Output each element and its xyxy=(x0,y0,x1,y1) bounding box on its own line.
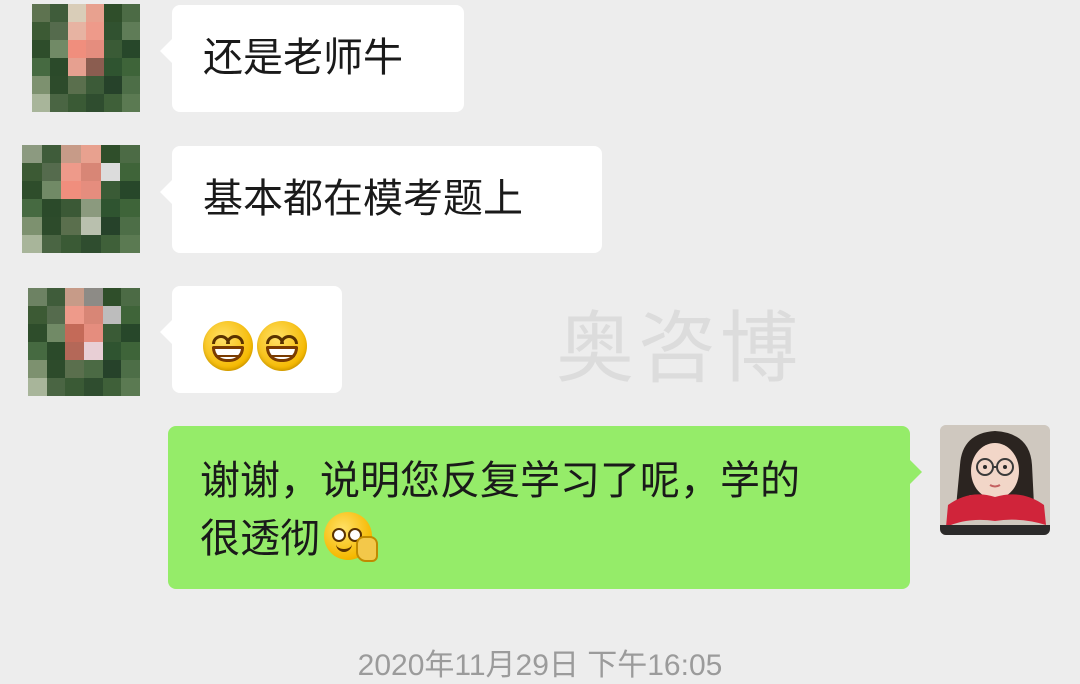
message-text-line: 谢谢，说明您反复学习了呢，学的 xyxy=(200,458,800,504)
contact-avatar[interactable] xyxy=(22,145,140,253)
grinning-emoji-icon xyxy=(257,321,307,371)
message-bubble-incoming[interactable] xyxy=(160,286,342,393)
message-text-line: 很透彻 xyxy=(200,510,910,568)
message-bubble-outgoing[interactable]: 谢谢，说明您反复学习了呢，学的 很透彻 xyxy=(168,426,922,589)
message-bubble-incoming[interactable]: 基本都在模考题上 xyxy=(160,146,602,253)
message-text: 很透彻 xyxy=(200,516,320,562)
contact-avatar[interactable] xyxy=(32,4,140,112)
message-text: 还是老师牛 xyxy=(203,35,403,81)
message-bubble-incoming[interactable]: 还是老师牛 xyxy=(160,5,464,112)
self-avatar-image xyxy=(940,425,1050,535)
message-text: 基本都在模考题上 xyxy=(203,176,523,222)
avatar-mosaic xyxy=(28,288,140,396)
smirk-emoji-icon xyxy=(324,512,378,562)
bubble-tail xyxy=(910,460,922,484)
watermark: 奥咨博 xyxy=(556,304,803,394)
self-avatar[interactable] xyxy=(940,425,1050,535)
bubble-tail xyxy=(160,180,172,204)
message-timestamp: 2020年11月29日 下午16:05 xyxy=(357,649,723,682)
grinning-emoji-icon xyxy=(203,321,253,371)
avatar-mosaic xyxy=(32,4,140,112)
bubble-tail xyxy=(160,39,172,63)
avatar-mosaic xyxy=(22,145,140,253)
contact-avatar[interactable] xyxy=(28,288,140,396)
bubble-tail xyxy=(160,320,172,344)
